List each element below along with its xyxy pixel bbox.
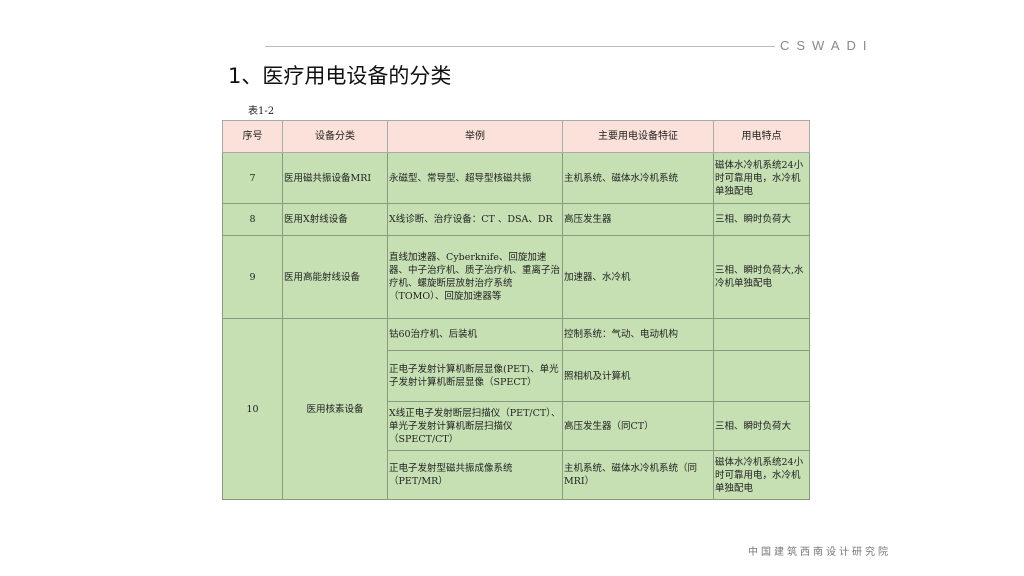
cell-example: X线正电子发射断层扫描仪（PET/CT）、单光子发射计算机断层扫描仪（SPECT… xyxy=(387,401,563,451)
cell-feature: 高压发生器 xyxy=(562,203,714,236)
cell-power: 三相、瞬时负荷大 xyxy=(713,203,810,236)
column-header: 主要用电设备特征 xyxy=(562,120,714,153)
cell-example: 永磁型、常导型、超导型核磁共振 xyxy=(387,152,563,204)
cell-example: 钴60治疗机、后装机 xyxy=(387,318,563,351)
footer-organization: 中国建筑西南设计研究院 xyxy=(748,547,891,558)
cell-example: X线诊断、治疗设备：CT 、DSA、DR xyxy=(387,203,563,236)
cell-feature: 主机系统、磁体水冷机系统 xyxy=(562,152,714,204)
cell-power xyxy=(713,350,810,402)
cell-category: 医用磁共振设备MRI xyxy=(282,152,388,204)
table-caption: 表1-2 xyxy=(248,106,275,117)
cell-feature: 高压发生器（同CT） xyxy=(562,401,714,451)
cell-feature: 主机系统、磁体水冷机系统（同MRI） xyxy=(562,450,714,500)
cell-example: 正电子发射型磁共振成像系统（PET/MR） xyxy=(387,450,563,500)
cell-no: 8 xyxy=(222,203,283,236)
table-header-row: 序号 设备分类 举例 主要用电设备特征 用电特点 xyxy=(222,120,810,153)
cell-feature: 控制系统：气动、电动机构 xyxy=(562,318,714,351)
table-row: 10 医用核素设备 钴60治疗机、后装机 控制系统：气动、电动机构 xyxy=(222,318,810,500)
table-row: 9 医用高能射线设备 直线加速器、Cyberknife、回旋加速器、中子治疗机、… xyxy=(222,235,810,319)
column-header: 用电特点 xyxy=(713,120,810,153)
table-row: 8 医用X射线设备 X线诊断、治疗设备：CT 、DSA、DR 高压发生器 三相、… xyxy=(222,203,810,236)
cell-power: 磁体水冷机系统24小时可靠用电，水冷机单独配电 xyxy=(713,450,810,500)
column-header: 举例 xyxy=(387,120,563,153)
cell-power: 磁体水冷机系统24小时可靠用电，水冷机单独配电 xyxy=(713,152,810,204)
cell-category: 医用高能射线设备 xyxy=(282,235,388,319)
cell-no: 9 xyxy=(222,235,283,319)
cell-category: 医用X射线设备 xyxy=(282,203,388,236)
brand-logo-text: CSWADI xyxy=(780,38,874,53)
cell-power: 三相、瞬时负荷大,水冷机单独配电 xyxy=(713,235,810,319)
table-row: 7 医用磁共振设备MRI 永磁型、常导型、超导型核磁共振 主机系统、磁体水冷机系… xyxy=(222,152,810,204)
cell-example: 直线加速器、Cyberknife、回旋加速器、中子治疗机、质子治疗机、重离子治疗… xyxy=(387,235,563,319)
page-title: 1、医疗用电设备的分类 xyxy=(228,64,452,88)
cell-feature: 加速器、水冷机 xyxy=(562,235,714,319)
cell-power: 三相、瞬时负荷大 xyxy=(713,401,810,451)
cell-feature: 照相机及计算机 xyxy=(562,350,714,402)
column-header: 序号 xyxy=(222,120,283,153)
equipment-table: 序号 设备分类 举例 主要用电设备特征 用电特点 7 医用磁共振设备MRI 永磁… xyxy=(222,120,810,500)
header-divider xyxy=(265,46,775,47)
column-header: 设备分类 xyxy=(282,120,388,153)
cell-category: 医用核素设备 xyxy=(282,318,388,500)
cell-example: 正电子发射计算机断层显像(PET)、单光子发射计算机断层显像（SPECT） xyxy=(387,350,563,402)
cell-no: 10 xyxy=(222,318,283,500)
cell-power xyxy=(713,318,810,351)
cell-no: 7 xyxy=(222,152,283,204)
